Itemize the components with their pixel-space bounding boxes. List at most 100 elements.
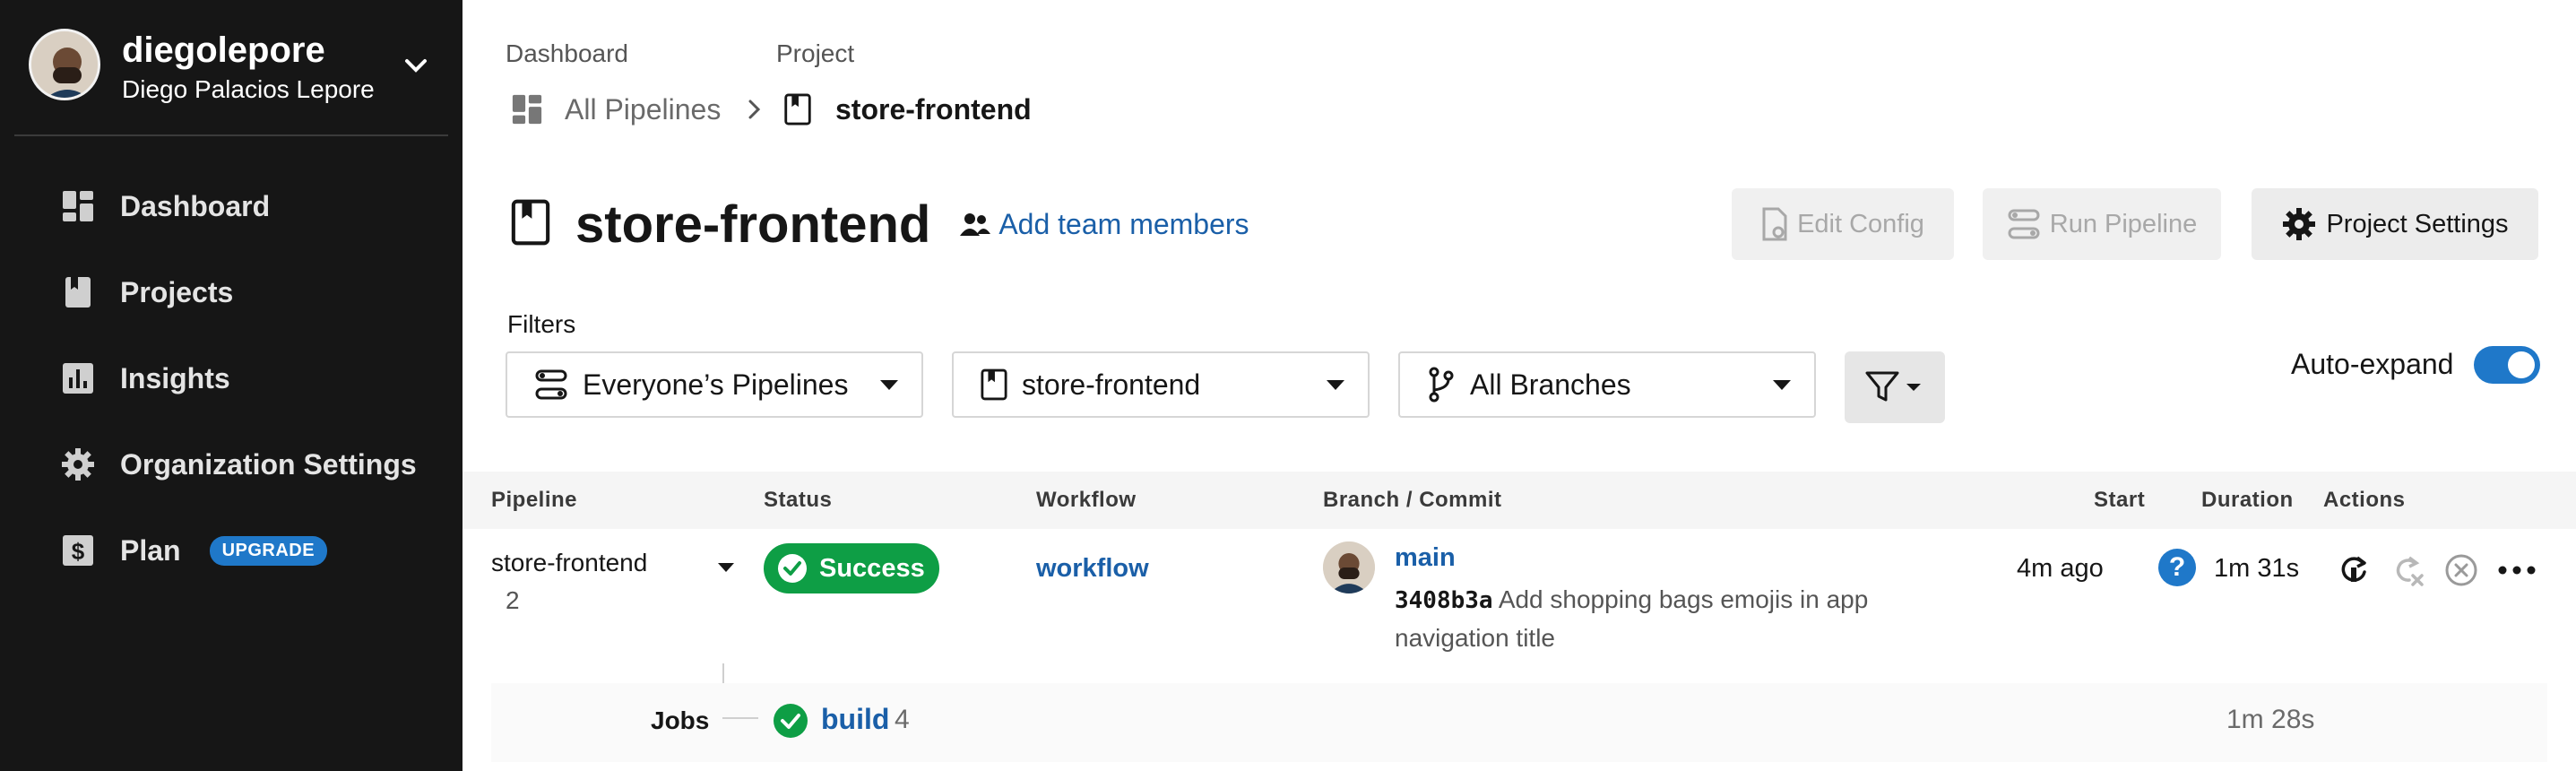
filters-label: Filters	[507, 310, 576, 338]
column-header-actions: Actions	[2323, 488, 2406, 512]
project-icon	[981, 368, 1007, 401]
avatar	[29, 29, 100, 100]
main-content: Dashboard Project All Pipelines store-fr…	[462, 0, 2576, 771]
breadcrumb-caption-dashboard: Dashboard	[506, 39, 628, 67]
check-circle-icon	[773, 703, 808, 739]
caret-down-icon[interactable]	[718, 563, 734, 572]
sidebar-item-organization-settings[interactable]: Organization Settings	[59, 439, 445, 489]
sidebar-item-plan[interactable]: $ Plan UPGRADE	[59, 525, 445, 576]
workflow-link[interactable]: workflow	[1036, 554, 1149, 584]
project-filter-value: store-frontend	[1022, 368, 1201, 401]
user-menu[interactable]: diegolepore Diego Palacios Lepore	[29, 29, 450, 106]
svg-text:$: $	[72, 538, 85, 565]
sidebar-item-projects[interactable]: Projects	[59, 267, 445, 317]
chevron-down-icon[interactable]	[398, 48, 434, 84]
page-title: store-frontend	[575, 195, 931, 254]
page-header: store-frontend Add team members	[511, 190, 1249, 258]
run-pipeline-button[interactable]: Run Pipeline	[1983, 188, 2221, 260]
branch-filter-value: All Branches	[1470, 368, 1631, 401]
sidebar-item-dashboard[interactable]: Dashboard	[59, 181, 445, 231]
add-team-members-label: Add team members	[998, 207, 1249, 240]
dollar-icon: $	[59, 532, 97, 569]
column-header-start: Start	[2094, 488, 2146, 512]
cancel-icon[interactable]	[2442, 550, 2481, 590]
column-header-workflow: Workflow	[1036, 488, 1137, 512]
owner-filter-value: Everyone’s Pipelines	[583, 368, 849, 401]
branch-filter-select[interactable]: All Branches	[1398, 351, 1816, 418]
owner-filter-select[interactable]: Everyone’s Pipelines	[506, 351, 923, 418]
column-header-pipeline: Pipeline	[491, 488, 578, 512]
jobs-label: Jobs	[651, 706, 710, 734]
add-team-members-link[interactable]: Add team members	[959, 208, 1249, 241]
project-settings-label: Project Settings	[2326, 209, 2509, 238]
job-count: 4	[895, 705, 910, 734]
jobs-row: Jobs build 4 1m 28s	[491, 683, 2547, 762]
username: diegolepore	[122, 30, 325, 70]
sidebar-item-insights[interactable]: Insights	[59, 353, 445, 403]
breadcrumb-caption-project: Project	[776, 39, 855, 67]
breadcrumb-all-pipelines[interactable]: All Pipelines	[509, 90, 721, 129]
pipeline-name[interactable]: store-frontend	[491, 549, 647, 577]
edit-config-button[interactable]: Edit Config	[1732, 188, 1954, 260]
people-icon	[960, 213, 991, 236]
rerun-icon[interactable]	[2334, 550, 2373, 590]
help-icon[interactable]: ?	[2158, 549, 2196, 586]
job-link[interactable]: build	[821, 703, 889, 736]
upgrade-badge[interactable]: UPGRADE	[209, 535, 328, 566]
run-pipeline-label: Run Pipeline	[2049, 209, 2198, 238]
sidebar-item-label: Plan	[120, 533, 181, 567]
breadcrumb-current-project: store-frontend	[780, 90, 1032, 129]
gear-icon	[59, 446, 97, 483]
sidebar-item-label: Insights	[120, 361, 230, 394]
sidebar-item-label: Projects	[120, 275, 234, 308]
duration: 1m 31s	[2214, 554, 2300, 583]
commit-hash[interactable]: 3408b3a	[1395, 587, 1493, 614]
more-icon[interactable]	[2497, 550, 2537, 590]
pipeline-number: 2	[506, 586, 520, 614]
caret-down-icon	[1327, 380, 1344, 390]
file-gear-icon	[1762, 207, 1787, 241]
pipeline-icon	[2008, 209, 2040, 239]
job-duration: 1m 28s	[2226, 705, 2315, 734]
caret-down-icon	[1773, 380, 1791, 390]
branch-link[interactable]: main	[1395, 543, 1456, 573]
column-header-status: Status	[764, 488, 833, 512]
status-label: Success	[819, 553, 925, 583]
sidebar-divider	[14, 134, 448, 136]
project-settings-button[interactable]: Project Settings	[2252, 188, 2538, 260]
dashboard-icon	[59, 187, 97, 225]
branch-icon	[1427, 367, 1456, 403]
caret-down-icon	[880, 380, 898, 390]
breadcrumb-link[interactable]: All Pipelines	[565, 93, 721, 126]
commit-info[interactable]: 3408b3a Add shopping bags emojis in app …	[1395, 581, 1932, 657]
avatar	[1323, 541, 1375, 593]
sidebar-item-label: Organization Settings	[120, 447, 417, 481]
project-icon	[59, 273, 97, 311]
gear-icon	[2283, 208, 2316, 240]
pipeline-icon	[534, 368, 568, 401]
project-icon	[780, 91, 816, 127]
start-time: 4m ago	[2017, 554, 2104, 583]
sidebar: diegolepore Diego Palacios Lepore Dashbo…	[0, 0, 462, 771]
insights-icon	[59, 360, 97, 397]
tree-connector	[722, 717, 758, 719]
project-filter-select[interactable]: store-frontend	[952, 351, 1370, 418]
status-badge[interactable]: Success	[764, 543, 939, 593]
rerun-failed-icon[interactable]	[2388, 550, 2427, 590]
check-circle-icon	[778, 554, 807, 583]
chevron-right-icon	[740, 95, 769, 124]
sidebar-item-label: Dashboard	[120, 189, 271, 222]
dashboard-icon	[509, 91, 545, 127]
table-header: Pipeline Status Workflow Branch / Commit…	[462, 472, 2576, 529]
toggle-knob	[2508, 351, 2535, 378]
auto-expand-toggle[interactable]	[2474, 346, 2540, 384]
user-full-name: Diego Palacios Lepore	[122, 75, 375, 103]
edit-config-label: Edit Config	[1797, 209, 1924, 238]
advanced-filter-button[interactable]	[1845, 351, 1945, 423]
column-header-duration: Duration	[2201, 488, 2294, 512]
filter-icon	[1865, 371, 1921, 402]
column-header-branch-commit: Branch / Commit	[1323, 488, 1502, 512]
auto-expand-label: Auto-expand	[2291, 348, 2454, 380]
project-icon	[511, 199, 550, 250]
breadcrumb-current: store-frontend	[835, 92, 1032, 126]
